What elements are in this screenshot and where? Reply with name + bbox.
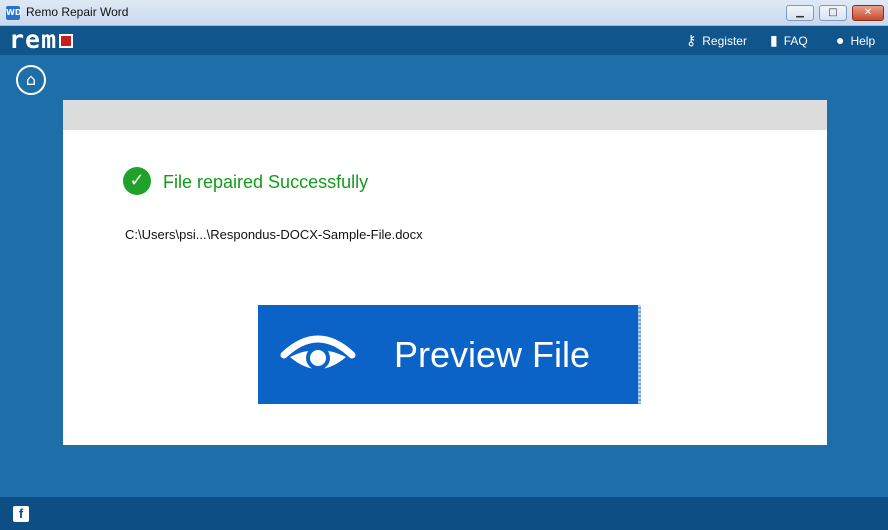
status-message: File repaired Successfully [163,172,369,192]
book-icon: ▮ [770,32,778,48]
file-path: C:\Users\psi...\Respondus-DOCX-Sample-Fi… [125,227,423,242]
app-header: rem ⚷ Register ▮ FAQ ● Help [0,26,888,55]
preview-file-button[interactable]: Preview File [258,305,641,404]
maximize-button[interactable]: □ [819,5,847,21]
button-edge [638,305,641,404]
window-titlebar[interactable]: WD Remo Repair Word ▁ □ ✕ [0,0,888,26]
panel-header [63,100,827,130]
faq-label: FAQ [783,34,808,48]
faq-link[interactable]: ▮ FAQ [770,32,808,49]
app-icon: WD [6,6,21,20]
logo-text: rem [9,25,58,54]
help-link[interactable]: ● Help [836,32,875,48]
home-button[interactable]: ⌂ [16,65,46,95]
result-panel: ✓ File repaired Successfully C:\Users\ps… [63,100,827,445]
register-label: Register [702,34,747,48]
home-icon: ⌂ [25,70,37,89]
close-button[interactable]: ✕ [852,5,884,21]
help-label: Help [850,34,876,48]
eye-icon [280,335,356,370]
remo-logo: rem [9,25,74,54]
check-icon: ✓ [123,167,151,195]
minimize-button[interactable]: ▁ [786,5,814,21]
logo-accent [59,34,74,48]
key-icon: ⚷ [686,32,697,48]
preview-file-label: Preview File [394,334,591,375]
facebook-icon[interactable]: f [13,506,29,522]
footer-bar: f [0,497,888,530]
user-icon: ● [836,32,845,48]
register-link[interactable]: ⚷ Register [686,32,747,49]
window-title: Remo Repair Word [26,5,129,19]
